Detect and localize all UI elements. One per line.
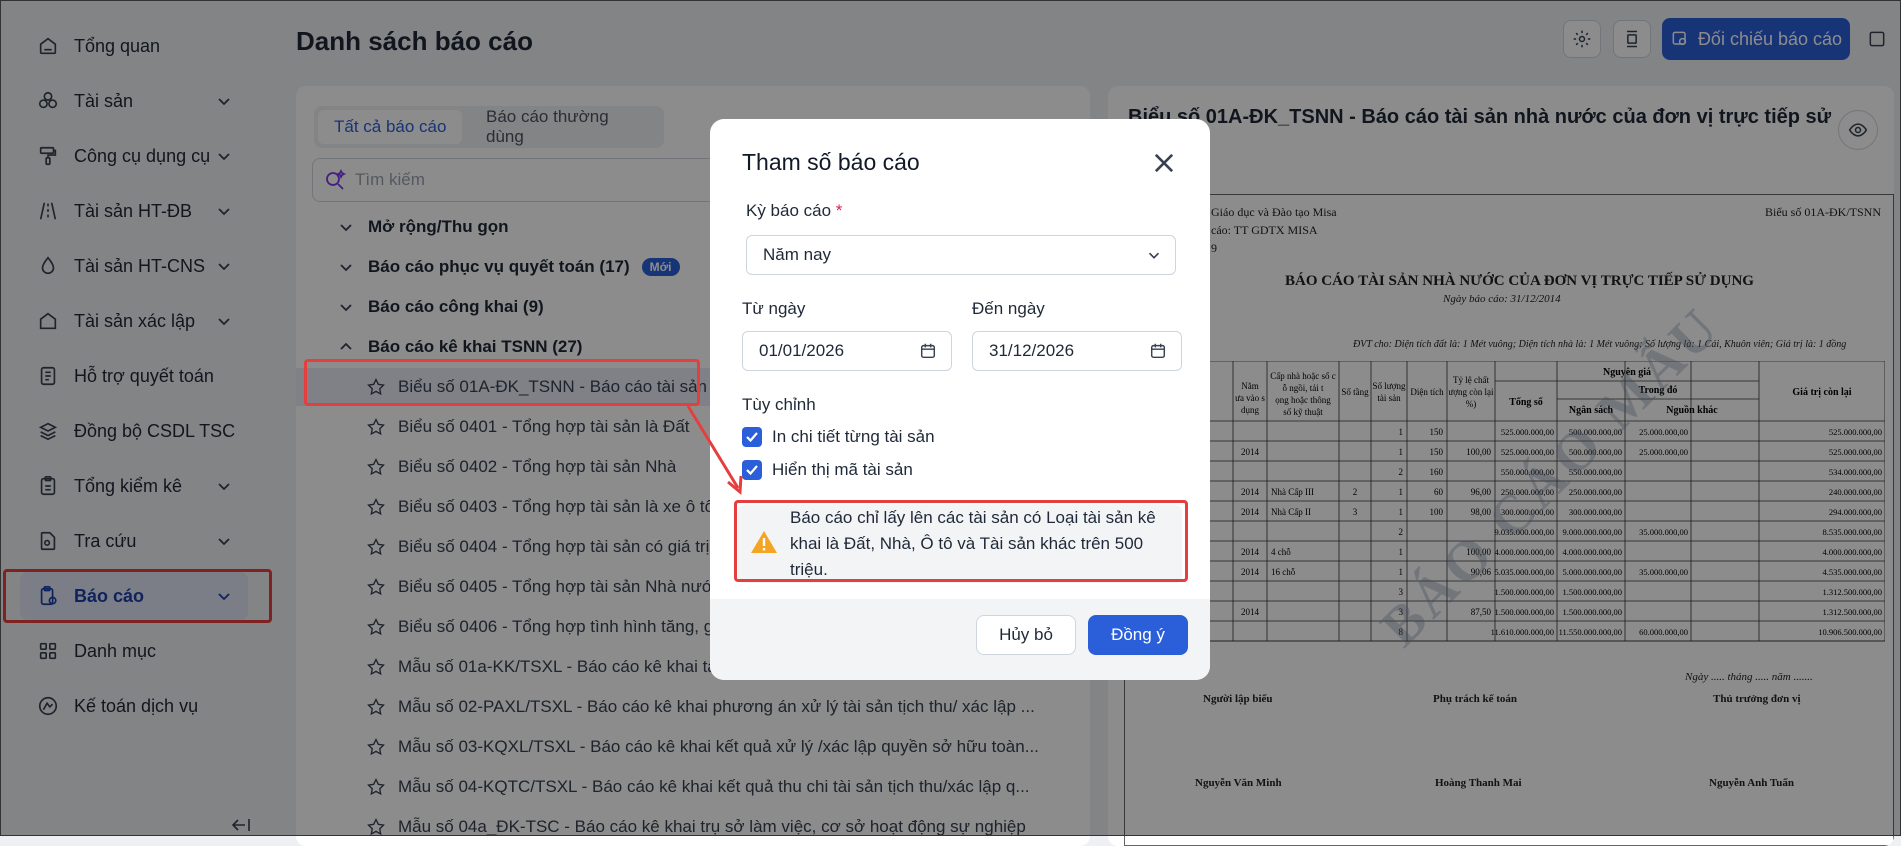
warning-highlight-box (734, 500, 1188, 582)
checkbox-checked-icon[interactable] (742, 460, 762, 480)
selected-report-highlight-box (304, 359, 700, 406)
to-date-label: Đến ngày (972, 299, 1045, 318)
calendar-icon[interactable] (1149, 342, 1167, 360)
close-icon[interactable] (1150, 149, 1178, 177)
report-parameters-dialog: Tham số báo cáo Kỳ báo cáo * Năm nay Từ … (710, 119, 1210, 680)
from-date-field[interactable]: 01/01/2026 (742, 331, 952, 371)
confirm-button[interactable]: Đồng ý (1088, 615, 1188, 655)
chevron-down-icon (1148, 252, 1160, 259)
custom-options-label: Tùy chỉnh (742, 395, 816, 414)
cancel-button[interactable]: Hủy bỏ (976, 615, 1076, 655)
checkbox-checked-icon[interactable] (742, 427, 762, 447)
period-select[interactable]: Năm nay (746, 235, 1176, 275)
dialog-footer: Hủy bỏ Đồng ý (710, 599, 1210, 680)
from-date-label: Từ ngày (742, 299, 806, 318)
calendar-icon[interactable] (919, 342, 937, 360)
period-label: Kỳ báo cáo * (746, 201, 843, 220)
to-date-field[interactable]: 31/12/2026 (972, 331, 1182, 371)
print-detail-checkbox[interactable]: In chi tiết từng tài sản (742, 427, 935, 447)
dialog-title: Tham số báo cáo (742, 149, 920, 175)
show-asset-code-checkbox[interactable]: Hiển thị mã tài sản (742, 460, 913, 480)
